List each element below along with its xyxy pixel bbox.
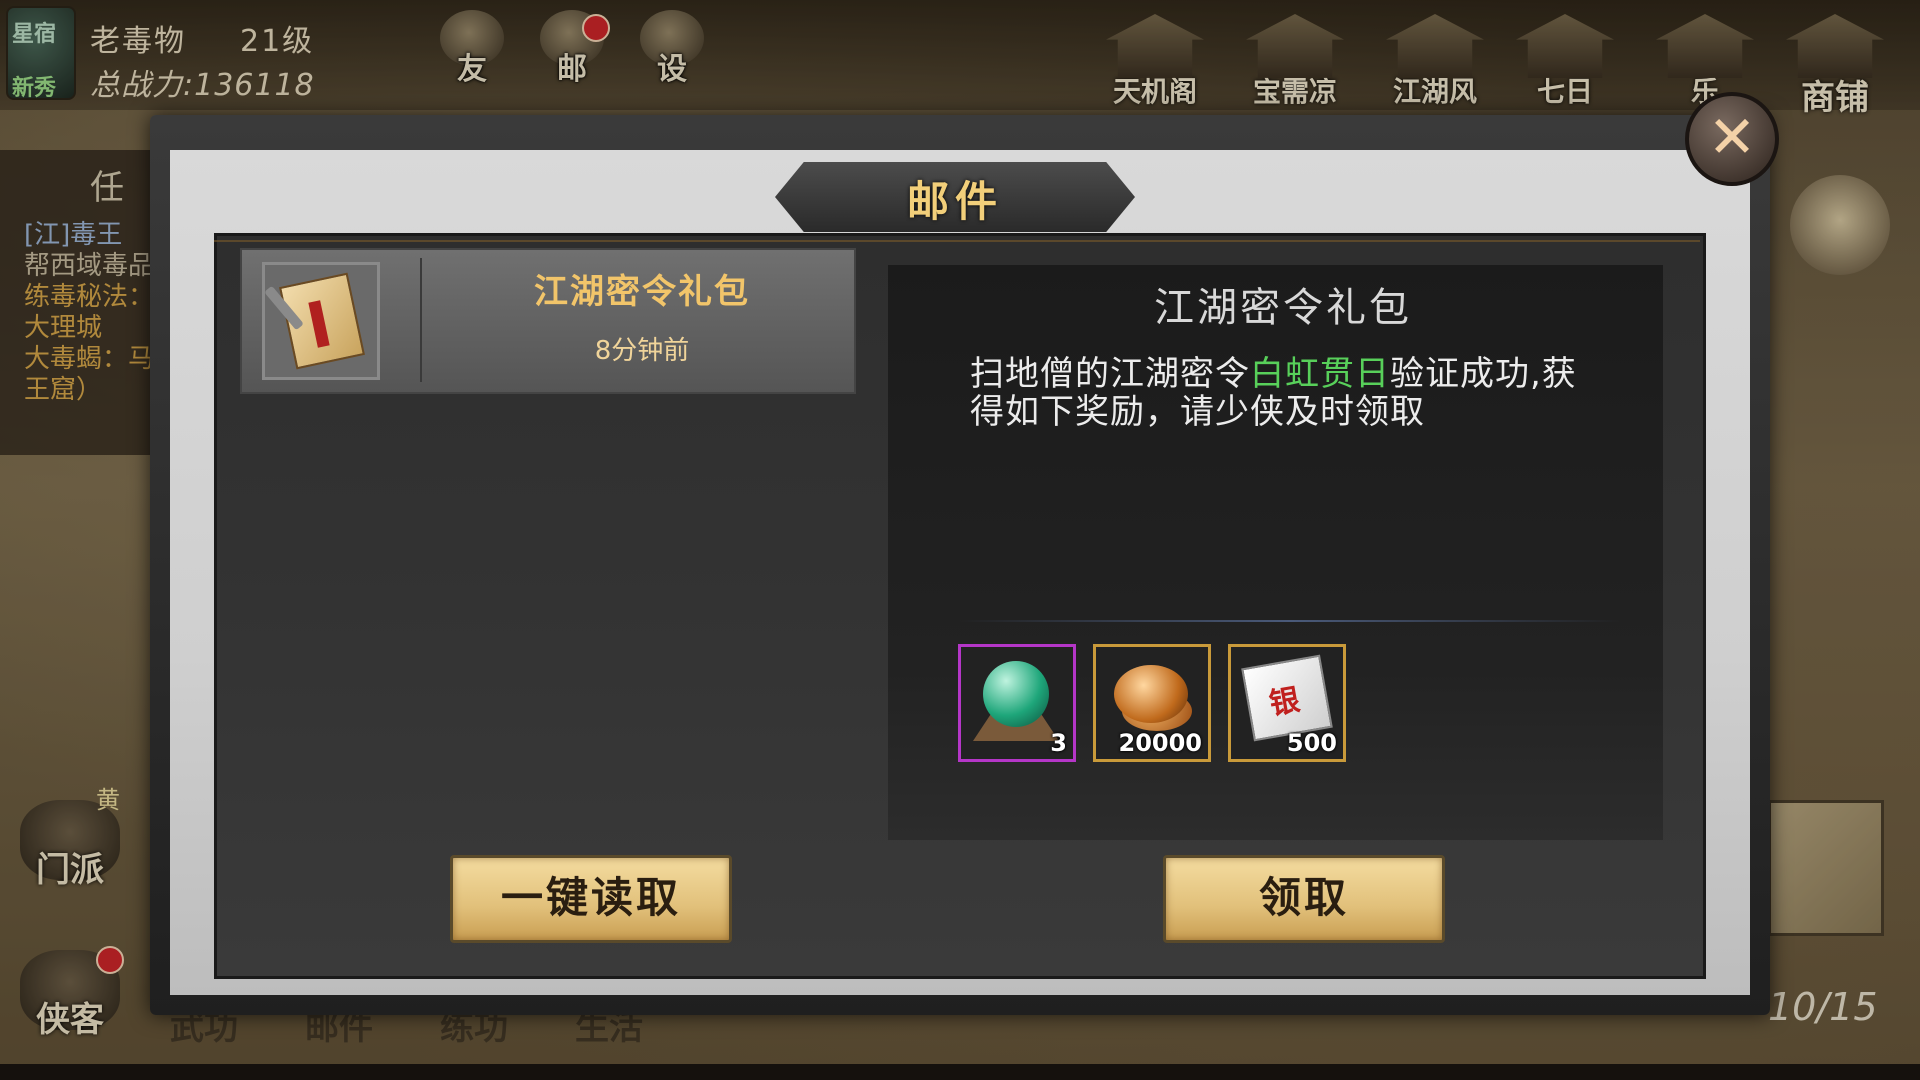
read-all-button[interactable]: 一键读取: [450, 855, 732, 943]
reward-item-jade-orb[interactable]: 3: [958, 644, 1076, 762]
jade-orb-icon: [983, 661, 1049, 727]
body-highlight: 白虹贯日: [1250, 354, 1390, 394]
mail-detail-body: 扫地僧的江湖密令白虹贯日验证成功,获得如下奖励，请少侠及时领取: [970, 355, 1610, 431]
reward-quantity: 3: [1050, 729, 1067, 757]
copper-coin-icon: [1114, 665, 1188, 723]
mail-item-title: 江湖密令礼包: [534, 272, 750, 312]
mail-item-divider: [420, 258, 422, 382]
claim-button[interactable]: 领取: [1163, 855, 1445, 943]
reward-item-silver-note[interactable]: 银 500: [1228, 644, 1346, 762]
reward-quantity: 20000: [1118, 729, 1203, 757]
title-divider: [214, 240, 1700, 242]
mail-item-time: 8分钟前: [594, 336, 690, 366]
mail-item-icon: [262, 262, 380, 380]
mail-list-item[interactable]: 江湖密令礼包 8分钟前: [240, 248, 856, 394]
dialog-title: 邮件: [906, 177, 1003, 226]
reward-quantity: 500: [1286, 729, 1337, 757]
close-button[interactable]: ✕: [1685, 92, 1779, 186]
reward-divider: [960, 620, 1620, 622]
mail-detail-title: 江湖密令礼包: [1154, 285, 1412, 331]
body-prefix: 扫地僧的江湖密令: [970, 354, 1250, 394]
reward-item-copper-coins[interactable]: 20000: [1093, 644, 1211, 762]
